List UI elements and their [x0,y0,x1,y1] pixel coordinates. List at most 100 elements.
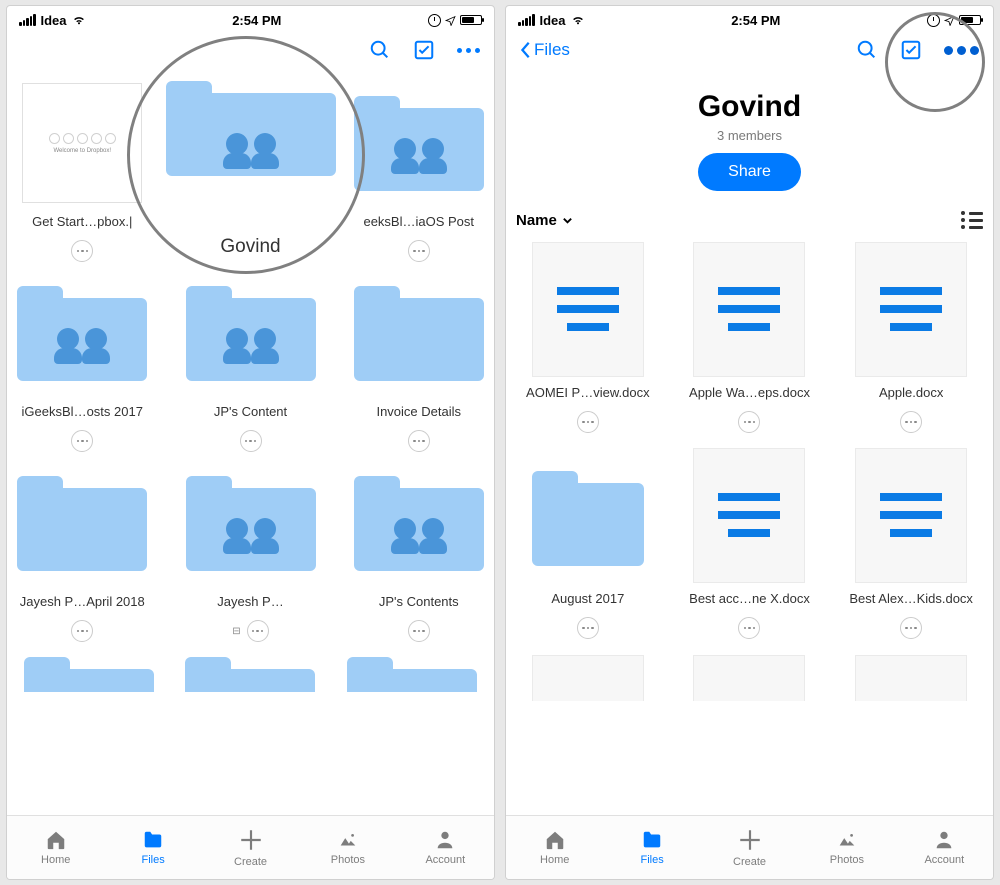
item-more-icon[interactable] [900,617,922,639]
grid-item[interactable]: Best acc…ne X.docx [678,441,822,639]
shared-folder-icon [166,81,336,206]
location-icon [944,15,955,26]
item-more-icon[interactable] [408,430,430,452]
grid-item-partial[interactable] [179,652,323,692]
document-thumb: Welcome to Dropbox! [22,83,142,203]
more-menu-icon[interactable] [944,46,979,55]
battery-icon [959,15,981,25]
folder-icon [354,286,484,381]
grid-item[interactable]: Welcome to Dropbox! Get Start…pbox.| [17,74,148,262]
back-label: Files [534,40,570,60]
item-name: JP's Content [214,404,287,422]
item-name: Best acc…ne X.docx [689,591,810,609]
tab-photos[interactable]: Photos [299,816,396,879]
item-more-icon[interactable] [577,617,599,639]
tab-photos[interactable]: Photos [798,816,895,879]
grid-item-partial[interactable] [839,649,983,701]
item-name: eeksBl…iaOS Post [363,214,474,232]
item-name: Apple.docx [879,385,943,403]
item-more-icon[interactable] [247,620,269,642]
phone-screenshot-right: Idea 2:54 PM Files Govind 3 members Shar… [505,5,994,880]
wifi-icon [571,15,585,26]
grid-item-partial[interactable] [678,649,822,701]
tab-files[interactable]: Files [603,816,700,879]
item-more-icon[interactable] [738,617,760,639]
tab-home[interactable]: Home [506,816,603,879]
location-icon [445,15,456,26]
back-button[interactable]: Files [520,40,570,60]
nav-bar: Files [506,28,993,72]
battery-icon [460,15,482,25]
item-name: JP's Contents [379,594,459,612]
item-name: Jayesh P… [217,594,283,612]
item-more-icon[interactable] [408,620,430,642]
tab-home[interactable]: Home [7,816,104,879]
grid-item[interactable]: AOMEI P…view.docx [516,235,660,433]
grid-item-partial[interactable] [340,652,484,692]
item-more-icon[interactable] [900,411,922,433]
search-icon[interactable] [856,39,878,61]
grid-item[interactable]: Apple Wa…eps.docx [678,235,822,433]
grid-item[interactable]: JP's Content [166,264,336,452]
file-grid[interactable]: Welcome to Dropbox! Get Start…pbox.| Gov… [7,72,494,815]
carrier-label: Idea [41,13,67,28]
item-more-icon[interactable] [240,430,262,452]
grid-item[interactable]: Jayesh P…April 2018 [17,454,148,642]
tab-account[interactable]: Account [397,816,494,879]
file-grid[interactable]: AOMEI P…view.docx Apple Wa…eps.docx Appl… [506,235,993,815]
carrier-label: Idea [540,13,566,28]
grid-item[interactable]: August 2017 [516,441,660,639]
item-more-icon[interactable] [71,240,93,262]
status-time: 2:54 PM [731,13,780,28]
folder-icon [17,476,147,571]
document-icon [532,242,644,377]
grid-item-partial[interactable] [17,652,161,692]
document-icon [693,655,805,702]
wifi-icon [72,15,86,26]
grid-item-partial[interactable] [516,649,660,701]
document-icon [693,242,805,377]
tab-create[interactable]: Create [202,816,299,879]
grid-item-govind[interactable]: Govind [166,74,336,262]
tab-create[interactable]: Create [701,816,798,879]
search-icon[interactable] [369,39,391,61]
folder-icon [24,657,154,693]
item-name: Get Start…pbox.| [32,214,132,232]
view-toggle-icon[interactable] [961,211,983,229]
shared-folder-icon [354,96,484,191]
share-button[interactable]: Share [698,153,801,191]
grid-item[interactable]: Apple.docx [839,235,983,433]
item-more-icon[interactable] [408,240,430,262]
grid-item[interactable]: JP's Contents [354,454,485,642]
item-name: Best Alex…Kids.docx [849,591,973,609]
shared-folder-icon [186,476,316,571]
folder-icon [185,657,315,693]
signal-icon [518,14,535,26]
item-more-icon[interactable] [577,411,599,433]
tab-bar: Home Files Create Photos Account [7,815,494,879]
item-more-icon[interactable] [71,620,93,642]
member-count: 3 members [506,128,993,143]
item-more-icon[interactable] [738,411,760,433]
chevron-down-icon [562,215,573,226]
tab-bar: Home Files Create Photos Account [506,815,993,879]
grid-item[interactable]: Best Alex…Kids.docx [839,441,983,639]
phone-screenshot-left: Idea 2:54 PM Welcome to Dropbox! Get [6,5,495,880]
item-more-icon[interactable] [71,430,93,452]
select-icon[interactable] [413,39,435,61]
tab-account[interactable]: Account [896,816,993,879]
tab-files[interactable]: Files [104,816,201,879]
grid-item[interactable]: Invoice Details [354,264,485,452]
folder-icon [532,471,644,559]
select-icon[interactable] [900,39,922,61]
more-menu-icon[interactable] [457,48,480,53]
folder-header: Govind 3 members Share [506,72,993,197]
grid-item[interactable]: Jayesh P… ⊟ [166,454,336,642]
sort-selector[interactable]: Name [516,212,573,229]
item-name: Apple Wa…eps.docx [689,385,810,403]
document-icon [532,655,644,702]
sort-label: Name [516,212,557,229]
item-name: Invoice Details [376,404,461,422]
grid-item[interactable]: eeksBl…iaOS Post [354,74,485,262]
grid-item[interactable]: iGeeksBl…osts 2017 [17,264,148,452]
